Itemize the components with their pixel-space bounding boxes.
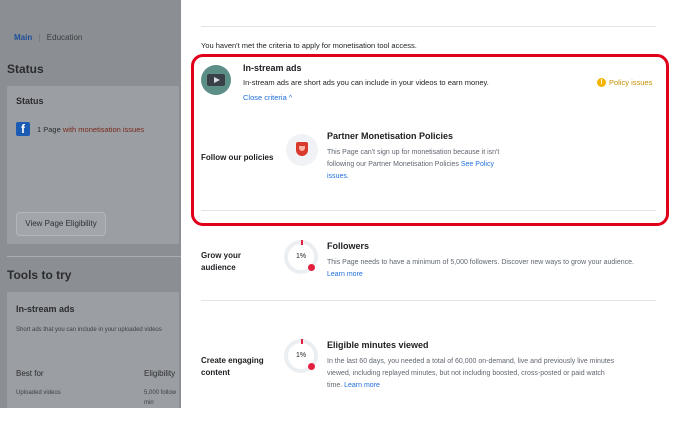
divider (7, 256, 181, 257)
engaging-content-label: Create engaging content (201, 356, 264, 377)
minutes-progress-ring: 1% (284, 339, 318, 373)
section-divider (201, 300, 656, 301)
eligibility-value-min: min (144, 400, 154, 406)
breadcrumb: Main | Education (14, 33, 82, 42)
facebook-icon: f (16, 122, 30, 136)
followers-text: This Page needs to have a minimum of 5,0… (327, 257, 637, 281)
warning-dot-icon (308, 264, 315, 271)
breadcrumb-main[interactable]: Main (14, 33, 32, 42)
minutes-learn-more-link[interactable]: Learn more (344, 382, 380, 389)
grow-audience-label: Grow your audience (201, 251, 242, 272)
highlight-box (191, 54, 669, 226)
minutes-title: Eligible minutes viewed (327, 340, 429, 350)
status-card-title: Status (16, 96, 44, 106)
status-issue-label: with monetisation issues (62, 125, 145, 134)
best-for-label: Best for (16, 369, 44, 378)
followers-title: Followers (327, 241, 370, 251)
criteria-notice: You haven't met the criteria to apply fo… (201, 41, 417, 50)
left-sidebar: Main | Education Status Status f 1 Page … (0, 0, 181, 408)
status-heading: Status (7, 62, 44, 76)
breadcrumb-current[interactable]: Education (47, 33, 83, 42)
eligibility-label: Eligibility (144, 369, 176, 378)
followers-progress-ring: 1% (284, 240, 318, 274)
tools-heading: Tools to try (7, 268, 72, 282)
bottom-strip (0, 408, 680, 429)
breadcrumb-separator: | (38, 33, 41, 42)
followers-description: This Page needs to have a minimum of 5,0… (327, 259, 634, 266)
eligibility-value: 5,000 follow (144, 390, 177, 396)
warning-dot-icon (308, 363, 315, 370)
tool-description: Short ads that you can include in your u… (16, 327, 162, 333)
best-for-value: Uploaded videos (16, 390, 61, 396)
top-divider (201, 26, 656, 27)
status-card: Status f 1 Page with monetisation issues… (7, 86, 179, 244)
tool-title[interactable]: In-stream ads (16, 304, 75, 314)
followers-learn-more-link[interactable]: Learn more (327, 271, 363, 278)
minutes-text: In the last 60 days, you needed a total … (327, 358, 615, 389)
tool-card: In-stream ads Short ads that you can inc… (7, 292, 179, 408)
status-issue[interactable]: 1 Page with monetisation issues (37, 125, 144, 134)
view-page-eligibility-button[interactable]: View Page Eligibility (16, 212, 106, 236)
status-issue-count: 1 Page (37, 125, 63, 134)
